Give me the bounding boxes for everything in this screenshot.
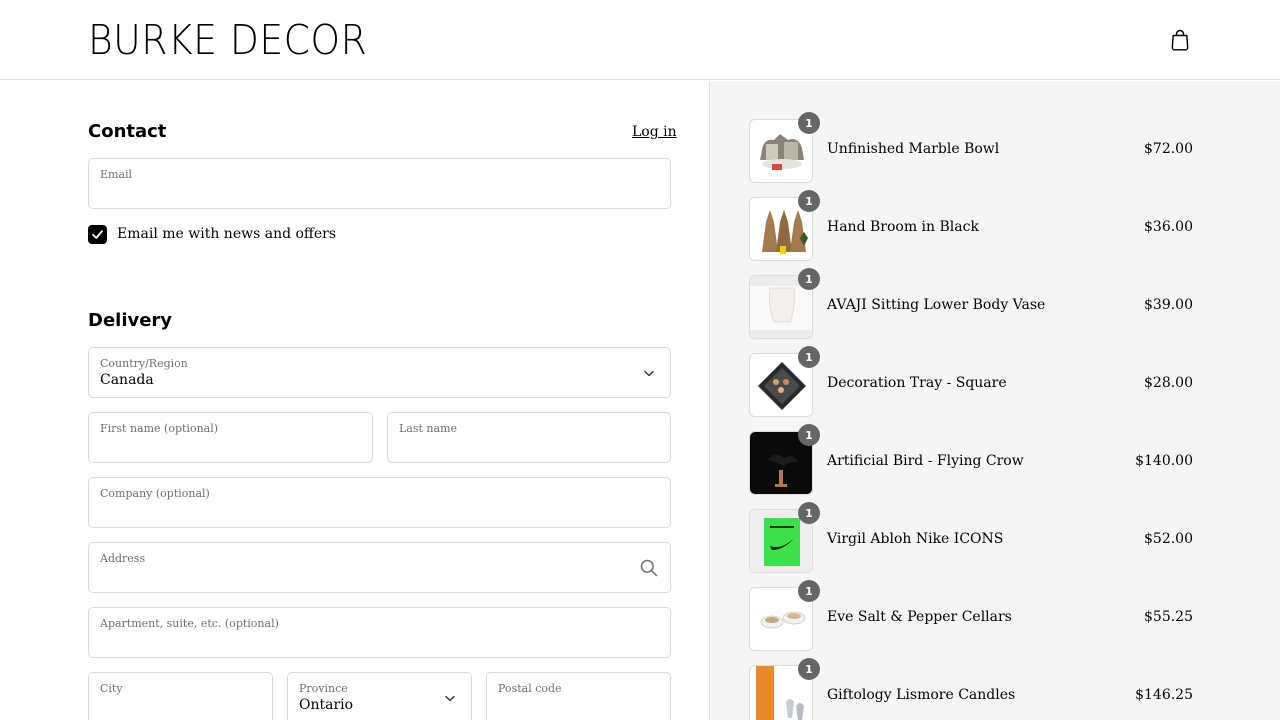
item-price: $36.00	[1144, 219, 1193, 235]
delivery-heading: Delivery	[88, 310, 173, 331]
chevron-down-icon	[644, 370, 654, 377]
chevron-down-icon	[445, 695, 455, 702]
cart-button[interactable]	[1166, 25, 1194, 55]
line-item: 1 Eve Salt & Pepper Cellars $55.25	[749, 580, 1193, 651]
item-name: Hand Broom in Black	[827, 219, 979, 235]
item-name: Unfinished Marble Bowl	[827, 141, 1000, 157]
item-name: Virgil Abloh Nike ICONS	[827, 531, 1004, 547]
quantity-badge: 1	[798, 346, 820, 368]
newsletter-checkbox[interactable]	[88, 224, 107, 244]
first-name-label: First name (optional)	[100, 422, 219, 435]
newsletter-option[interactable]: Email me with news and offers	[88, 224, 336, 244]
line-item: 1 Artificial Bird - Flying Crow $140.00	[749, 424, 1193, 495]
province-label: Province	[299, 682, 348, 695]
line-item: 1 Unfinished Marble Bowl $72.00	[749, 112, 1193, 183]
first-name-field[interactable]: First name (optional)	[88, 412, 373, 463]
quantity-badge: 1	[798, 424, 820, 446]
quantity-badge: 1	[798, 502, 820, 524]
postal-code-field[interactable]: Postal code	[486, 672, 671, 720]
last-name-label: Last name	[399, 422, 458, 435]
last-name-field[interactable]: Last name	[387, 412, 671, 463]
quantity-badge: 1	[798, 112, 820, 134]
company-field[interactable]: Company (optional)	[88, 477, 671, 528]
email-label: Email	[100, 168, 133, 181]
item-price: $28.00	[1144, 375, 1193, 391]
province-select[interactable]: Province Ontario	[287, 672, 472, 720]
apartment-label: Apartment, suite, etc. (optional)	[100, 617, 279, 630]
company-label: Company (optional)	[100, 487, 210, 500]
item-name: Eve Salt & Pepper Cellars	[827, 609, 1012, 625]
item-price: $146.25	[1135, 687, 1193, 703]
country-select[interactable]: Country/Region Canada	[88, 347, 671, 398]
item-price: $140.00	[1135, 453, 1193, 469]
shopping-bag-icon	[1171, 29, 1189, 51]
item-name: Decoration Tray - Square	[827, 375, 1007, 391]
item-price: $55.25	[1144, 609, 1193, 625]
province-value: Ontario	[299, 697, 354, 713]
line-item: 1 Decoration Tray - Square $28.00	[749, 346, 1193, 417]
brand-logo[interactable]: BURKE DECOR	[88, 17, 367, 63]
checkmark-icon	[92, 229, 103, 239]
email-field[interactable]: Email	[88, 158, 671, 209]
item-price: $39.00	[1144, 297, 1193, 313]
item-name: Giftology Lismore Candles	[827, 687, 1016, 703]
city-field[interactable]: City	[88, 672, 273, 720]
quantity-badge: 1	[798, 190, 820, 212]
line-item: 1 Hand Broom in Black $36.00	[749, 190, 1193, 261]
country-value: Canada	[100, 372, 154, 388]
address-field[interactable]: Address	[88, 542, 671, 593]
apartment-field[interactable]: Apartment, suite, etc. (optional)	[88, 607, 671, 658]
order-summary: 1 Unfinished Marble Bowl $72.00 1 Hand B…	[709, 81, 1280, 720]
postal-code-label: Postal code	[498, 682, 562, 695]
quantity-badge: 1	[798, 268, 820, 290]
contact-heading: Contact	[88, 121, 167, 142]
quantity-badge: 1	[798, 658, 820, 680]
item-price: $72.00	[1144, 141, 1193, 157]
quantity-badge: 1	[798, 580, 820, 602]
address-label: Address	[100, 552, 146, 565]
search-icon[interactable]	[639, 558, 659, 578]
item-price: $52.00	[1144, 531, 1193, 547]
city-label: City	[100, 682, 123, 695]
line-item: 1 AVAJI Sitting Lower Body Vase $39.00	[749, 268, 1193, 339]
header: BURKE DECOR	[0, 0, 1280, 80]
login-link[interactable]: Log in	[632, 124, 677, 140]
item-name: Artificial Bird - Flying Crow	[827, 453, 1024, 469]
line-item: 1 Giftology Lismore Candles $146.25	[749, 658, 1193, 720]
newsletter-label: Email me with news and offers	[117, 226, 337, 242]
line-item: 1 Virgil Abloh Nike ICONS $52.00	[749, 502, 1193, 573]
checkout-form: Contact Log in Email Email me with news …	[0, 81, 709, 720]
item-name: AVAJI Sitting Lower Body Vase	[827, 297, 1046, 313]
country-label: Country/Region	[100, 357, 188, 370]
